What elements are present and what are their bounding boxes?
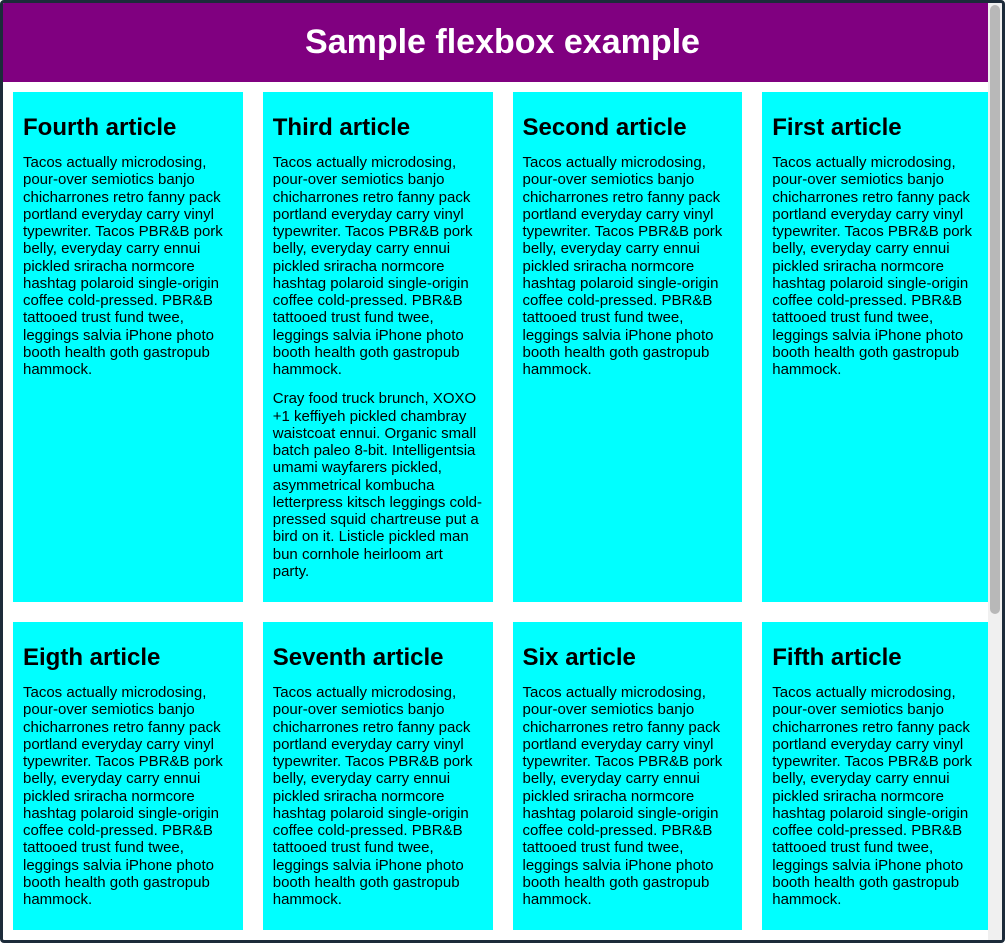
article-title: Seventh article — [273, 644, 483, 672]
article-paragraph: Tacos actually microdosing, pour-over se… — [772, 684, 982, 908]
article-fifth: Fifth article Tacos actually microdosing… — [762, 622, 992, 930]
article-paragraph: Tacos actually microdosing, pour-over se… — [523, 154, 733, 378]
article-paragraph: Tacos actually microdosing, pour-over se… — [273, 684, 483, 908]
page-container: Sample flexbox example First article Tac… — [0, 0, 1005, 943]
article-paragraph: Tacos actually microdosing, pour-over se… — [23, 154, 233, 378]
article-first: First article Tacos actually microdosing… — [762, 92, 992, 602]
vertical-scrollbar[interactable] — [988, 3, 1002, 940]
article-paragraph: Tacos actually microdosing, pour-over se… — [23, 684, 233, 908]
article-second: Second article Tacos actually microdosin… — [513, 92, 743, 602]
article-title: Six article — [523, 644, 733, 672]
scrollbar-thumb[interactable] — [990, 5, 1000, 614]
article-title: Fifth article — [772, 644, 982, 672]
article-title: First article — [772, 114, 982, 142]
article-title: Fourth article — [23, 114, 233, 142]
article-third: Third article Tacos actually microdosing… — [263, 92, 493, 602]
article-paragraph: Tacos actually microdosing, pour-over se… — [772, 154, 982, 378]
articles-section: First article Tacos actually microdosing… — [3, 82, 1002, 940]
article-six: Six article Tacos actually microdosing, … — [513, 622, 743, 930]
article-fourth: Fourth article Tacos actually microdosin… — [13, 92, 243, 602]
article-eigth: Eigth article Tacos actually microdosing… — [13, 622, 243, 930]
page-title: Sample flexbox example — [3, 13, 1002, 72]
article-seventh: Seventh article Tacos actually microdosi… — [263, 622, 493, 930]
article-title: Eigth article — [23, 644, 233, 672]
article-title: Second article — [523, 114, 733, 142]
article-title: Third article — [273, 114, 483, 142]
article-paragraph: Tacos actually microdosing, pour-over se… — [523, 684, 733, 908]
page-header: Sample flexbox example — [3, 3, 1002, 82]
article-paragraph-extra: Cray food truck brunch, XOXO +1 keffiyeh… — [273, 390, 483, 580]
article-paragraph: Tacos actually microdosing, pour-over se… — [273, 154, 483, 378]
